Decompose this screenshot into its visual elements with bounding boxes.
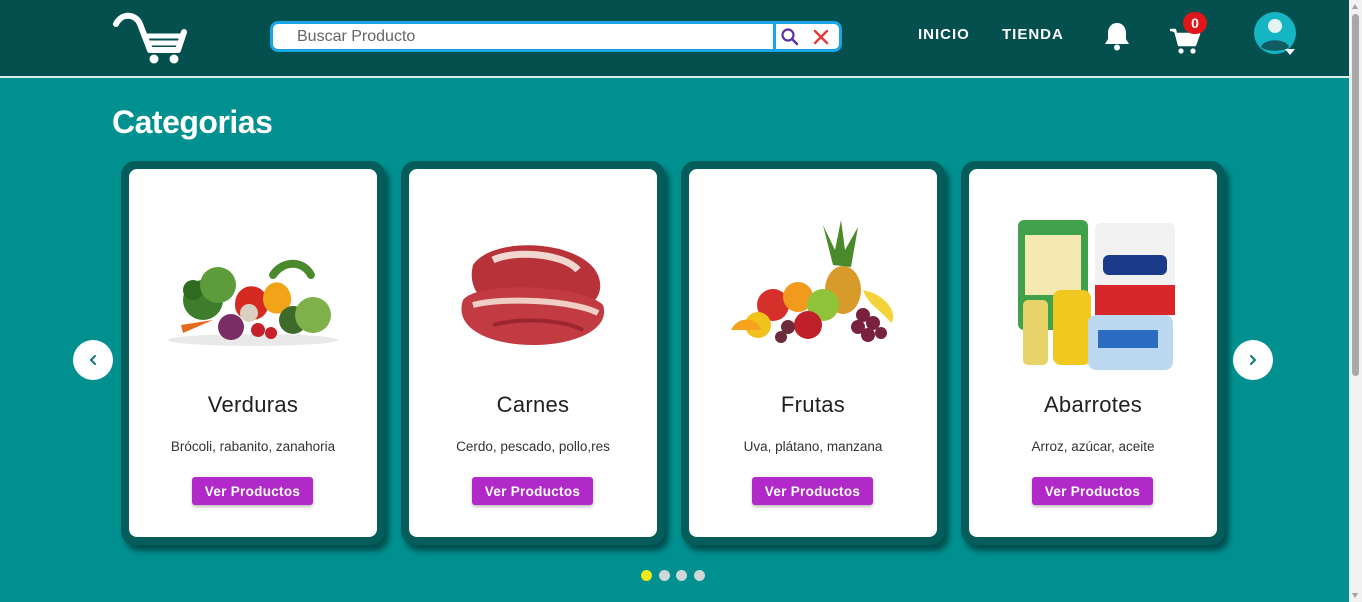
category-description: Brócoli, rabanito, zanahoria [170,439,336,454]
nav-tienda[interactable]: TIENDA [1002,26,1064,43]
category-description: Uva, plátano, manzana [743,439,883,454]
chevron-right-icon [1250,355,1257,365]
cart-count-badge: 0 [1183,12,1207,34]
carousel-prev-button[interactable] [73,340,113,380]
category-name: Carnes [496,392,570,417]
carousel-dot-2[interactable] [659,570,670,581]
ver-productos-button[interactable]: Ver Productos [192,477,313,505]
carousel-dot-4[interactable] [694,570,705,581]
clear-icon[interactable] [812,28,830,46]
user-avatar-icon[interactable] [1252,11,1300,59]
cart-logo-icon[interactable] [112,10,188,66]
page-scrollbar[interactable] [1349,0,1362,602]
vegetables-image [168,259,338,346]
category-name: Verduras [207,392,299,417]
search-bar [270,21,842,52]
category-card: Carnes Cerdo, pescado, pollo,res Ver Pro… [409,169,657,537]
category-description: Cerdo, pescado, pollo,res [456,439,610,454]
bell-icon[interactable] [1102,20,1132,52]
category-description: Arroz, azúcar, aceite [1031,439,1155,454]
search-divider [773,24,776,49]
carousel-dot-3[interactable] [676,570,687,581]
search-icon[interactable] [780,27,800,47]
category-card-frutas: Frutas Uva, plátano, manzana Ver Product… [681,161,945,545]
category-card-verduras: Verduras Brócoli, rabanito, zanahoria Ve… [121,161,385,545]
search-input[interactable] [273,24,773,49]
nav-inicio[interactable]: INICIO [918,26,970,43]
category-card-abarrotes: Abarrotes Arroz, azúcar, aceite Ver Prod… [961,161,1225,545]
chevron-left-icon [89,355,96,365]
category-name: Frutas [780,392,846,417]
ver-productos-button[interactable]: Ver Productos [472,477,593,505]
carousel-dot-1[interactable] [641,570,652,581]
groceries-image [1018,220,1175,370]
category-card: Abarrotes Arroz, azúcar, aceite Ver Prod… [969,169,1217,537]
category-card: Verduras Brócoli, rabanito, zanahoria Ve… [129,169,377,537]
scroll-down-arrow-icon[interactable] [1352,593,1358,598]
category-card-carnes: Carnes Cerdo, pescado, pollo,res Ver Pro… [401,161,665,545]
meat-image [461,245,605,345]
ver-productos-button[interactable]: Ver Productos [1032,477,1153,505]
page-title: Categorias [112,104,273,140]
scroll-up-arrow-icon[interactable] [1352,4,1358,9]
top-navbar: INICIO TIENDA 0 [0,0,1362,78]
carousel-next-button[interactable] [1233,340,1273,380]
fruits-image [731,220,894,343]
category-card: Frutas Uva, plátano, manzana Ver Product… [689,169,937,537]
scrollbar-thumb[interactable] [1352,14,1359,376]
ver-productos-button[interactable]: Ver Productos [752,477,873,505]
category-name: Abarrotes [1043,392,1143,417]
